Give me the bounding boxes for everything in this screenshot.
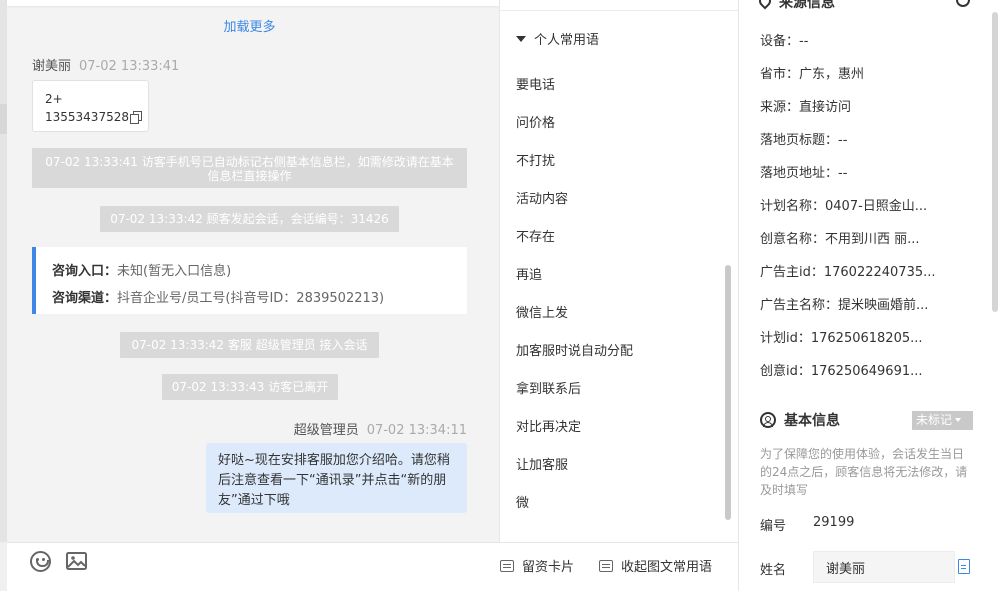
source-row: 来源：直接访问 (760, 100, 852, 115)
phrase-item[interactable]: 不存在 (516, 226, 555, 245)
agent-message-bubble: 好哒~现在安排客服加您介绍哈。请您稍后注意查看一下“通讯录”并点击“新的朋友”通… (206, 443, 467, 513)
number-label: 编号 (760, 519, 787, 534)
agent-name: 超级管理员 (293, 423, 359, 438)
source-row: 计划id：176250618205... (760, 331, 923, 346)
agent-time: 07-02 13:34:11 (366, 423, 467, 438)
card-icon (500, 560, 514, 572)
info-scrollbar[interactable] (992, 12, 998, 312)
consult-entry-label: 咨询入口： (52, 264, 118, 279)
source-row: 省市：广东，惠州 (760, 67, 865, 82)
source-row: 落地页地址：-- (760, 166, 848, 181)
phrase-group-label: 个人常用语 (534, 33, 600, 48)
phrase-item[interactable]: 问价格 (516, 112, 555, 131)
tag-select-value: 未标记 (916, 413, 953, 427)
collapse-phrases-button[interactable]: 收起图文常用语 (599, 556, 712, 575)
phrase-item[interactable]: 不打扰 (516, 150, 555, 169)
name-field[interactable] (813, 551, 955, 583)
phrase-panel: 留在线手 个人常用语 要电话 问价格 不打扰 活动内容 不存在 再追 微信上发 … (499, 0, 738, 542)
phrase-item[interactable]: 微信上发 (516, 302, 568, 321)
system-message: 07-02 13:33:43 访客已离开 (162, 374, 338, 400)
consult-channel-label: 咨询渠道： (52, 291, 118, 306)
copy-icon[interactable] (129, 111, 142, 124)
consult-info-card: 咨询入口：未知(暂无入口信息) 咨询渠道：抖音企业号/员工号(抖音号ID：283… (32, 247, 467, 314)
phrase-item[interactable]: 要电话 (516, 74, 555, 93)
source-row: 广告主id：176022240735... (760, 265, 936, 280)
collapse-phrases-label: 收起图文常用语 (621, 560, 713, 575)
load-more-link[interactable]: 加载更多 (0, 16, 499, 35)
source-row: 创意名称：不用到川西 丽... (760, 232, 920, 247)
phrase-item[interactable]: 再追 (516, 264, 542, 283)
phrase-item[interactable]: 加客服时说自动分配 (516, 340, 633, 359)
image-icon[interactable] (66, 552, 87, 570)
settings-icon[interactable] (956, 0, 970, 7)
phrase-item[interactable]: 活动内容 (516, 188, 568, 207)
phrase-group-header[interactable]: 个人常用语 (516, 29, 606, 48)
customer-time: 07-02 13:33:41 (79, 59, 180, 74)
phrase-item[interactable]: 拿到联系后 (516, 378, 581, 397)
edit-notice: 为了保障您的使用体验，会话发生当日的24点之后，顾客信息将无法修改，请及时填写 (760, 447, 968, 497)
number-value: 29199 (813, 515, 855, 530)
source-row: 落地页标题：-- (760, 133, 848, 148)
consult-channel-value: 抖音企业号/员工号(抖音号ID：2839502213) (117, 291, 385, 306)
source-info-header: 来源信息 (756, 0, 835, 12)
phrase-item[interactable]: 微 (516, 492, 529, 511)
user-icon (760, 412, 776, 428)
customer-name: 谢美丽 (32, 59, 72, 74)
caret-down-icon (516, 36, 526, 42)
tag-select[interactable]: 未标记 (912, 411, 973, 430)
phrase-scrollbar[interactable] (725, 265, 731, 520)
lead-card-label: 留资卡片 (522, 560, 575, 575)
basic-info-title: 基本信息 (784, 413, 840, 429)
location-pin-icon (756, 0, 774, 10)
document-icon[interactable] (958, 559, 970, 574)
left-edge (0, 0, 7, 542)
system-message: 07-02 13:33:41 访客手机号已自动标记右侧基本信息栏，如需修改请在基… (32, 148, 467, 188)
source-row: 广告主名称：提米映画婚前... (760, 298, 929, 313)
system-message: 07-02 13:33:42 顾客发起会话，会话编号：31426 (100, 206, 399, 232)
customer-sender: 谢美丽 07-02 13:33:41 (32, 55, 179, 74)
phrase-item[interactable]: 对比再决定 (516, 416, 581, 435)
name-label: 姓名 (760, 563, 787, 578)
source-row: 创意id：176250649691... (760, 364, 923, 379)
source-row: 设备：-- (760, 34, 809, 49)
system-message: 07-02 13:33:42 客服 超级管理员 接入会话 (120, 332, 379, 358)
chat-panel: 加载更多 谢美丽 07-02 13:33:41 2+ 13553437528 07… (0, 0, 499, 542)
source-row: 计划名称：0407-日照金山... (760, 199, 928, 214)
consult-entry-value: 未知(暂无入口信息) (117, 264, 232, 279)
source-info-title: 来源信息 (779, 0, 835, 11)
basic-info-header: 基本信息 (760, 410, 840, 430)
chevron-down-icon (955, 418, 962, 422)
customer-info-panel: 来源信息 设备：-- 省市：广东，惠州 来源：直接访问 落地页标题：-- 落地页… (738, 0, 1001, 591)
smile-icon[interactable] (30, 551, 51, 572)
customer-phone: 13553437528 (45, 110, 129, 124)
message-icon (599, 560, 613, 572)
customer-message-line1: 2+ (45, 92, 63, 106)
input-toolbar: 留资卡片 收起图文常用语 (7, 542, 738, 591)
customer-message-card: 2+ 13553437528 (32, 80, 149, 132)
chat-top-strip (7, 0, 499, 6)
phrase-item[interactable]: 让加客服 (516, 454, 568, 473)
lead-card-button[interactable]: 留资卡片 (500, 556, 574, 575)
agent-sender: 超级管理员 07-02 13:34:11 (167, 419, 467, 438)
